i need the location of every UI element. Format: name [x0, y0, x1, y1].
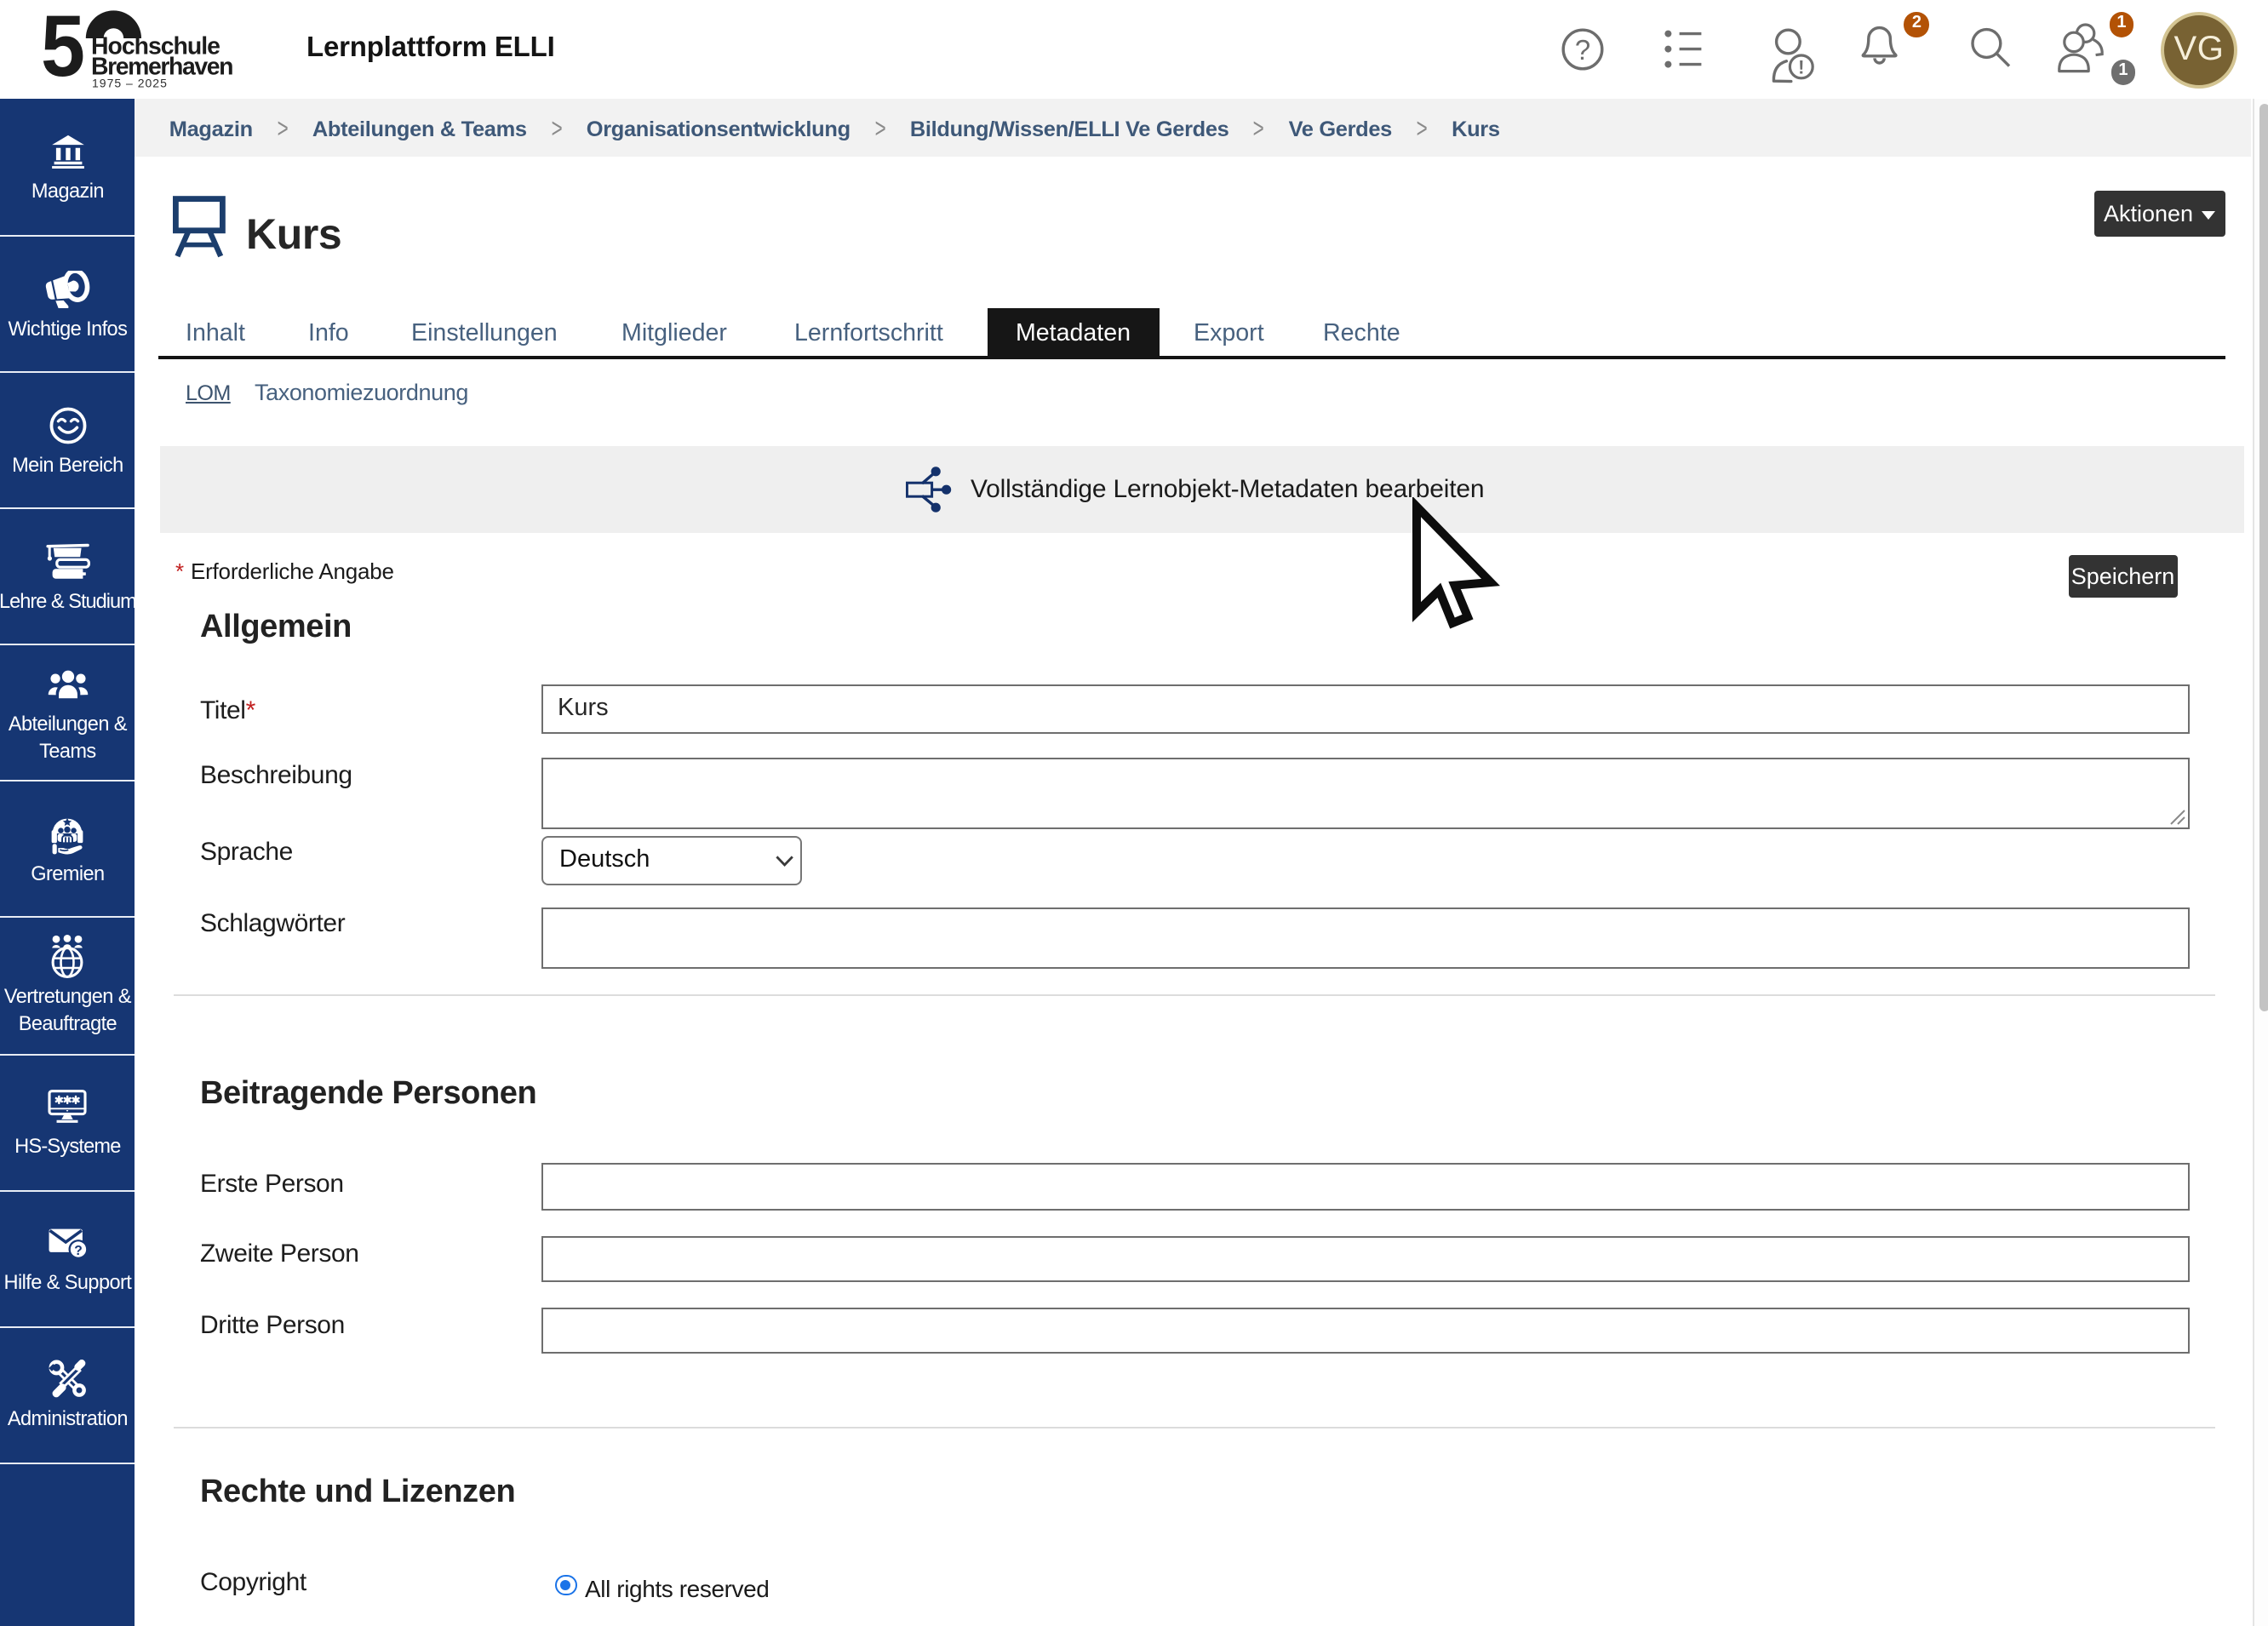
svg-text:5: 5	[41, 0, 85, 94]
svg-text:1975 – 2025: 1975 – 2025	[92, 77, 168, 90]
svg-text:!: !	[1798, 56, 1804, 77]
svg-text:?: ?	[74, 1244, 83, 1258]
svg-text:?: ?	[1574, 34, 1589, 66]
